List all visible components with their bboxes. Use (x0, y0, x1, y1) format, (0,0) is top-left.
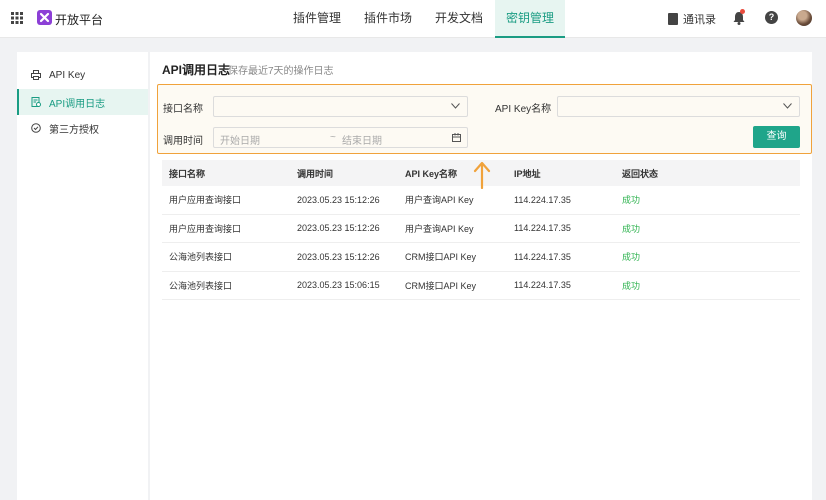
sidebar-item-third-party-auth[interactable]: 第三方授权 (17, 115, 148, 141)
api-key-name-select[interactable] (557, 96, 800, 117)
cell-ip-address: 114.224.17.35 (514, 194, 571, 205)
printer-icon (31, 70, 41, 80)
calendar-icon (452, 133, 461, 142)
date-range-picker[interactable]: 开始日期 ~ 结束日期 (213, 127, 468, 148)
page-title: API调用日志 (162, 63, 231, 77)
cell-ip-address: 114.224.17.35 (514, 280, 571, 291)
interface-name-select[interactable] (213, 96, 468, 117)
table-row: 用户应用查询接口 2023.05.23 15:12:26 用户查询API Key… (162, 215, 800, 243)
arrow-up-annotation-icon (473, 161, 491, 189)
cell-api-key-name: CRM接口API Key (405, 280, 477, 291)
column-header: 调用时间 (297, 168, 334, 179)
start-date-placeholder: 开始日期 (220, 136, 260, 147)
column-header: 接口名称 (169, 168, 206, 179)
main-nav: 插件管理 插件市场 开发文档 密钥管理 (282, 0, 566, 38)
end-date-placeholder: 结束日期 (342, 136, 382, 147)
nav-key-management[interactable]: 密钥管理 (495, 0, 566, 38)
cell-status: 成功 (622, 280, 641, 291)
query-button[interactable]: 查询 (753, 126, 800, 148)
interface-name-label: 接口名称 (163, 104, 203, 115)
cell-api-key-name: CRM接口API Key (405, 252, 477, 263)
main-panel: API调用日志 保存最近7天的操作日志 接口名称 API Key名称 调用时间 … (150, 52, 812, 500)
user-avatar[interactable] (796, 10, 812, 26)
table-row: 公海池列表接口 2023.05.23 15:06:15 CRM接口API Key… (162, 272, 800, 300)
top-bar: 开放平台 插件管理 插件市场 开发文档 密钥管理 通讯录 ? (0, 0, 826, 38)
cell-api-key-name: 用户查询API Key (405, 223, 474, 234)
column-header: 返回状态 (622, 168, 659, 179)
date-range-separator: ~ (330, 132, 336, 143)
platform-logo-icon (37, 10, 52, 25)
nav-dev-docs[interactable]: 开发文档 (424, 0, 494, 38)
cell-interface-name: 用户应用查询接口 (169, 223, 242, 234)
app-grid-icon[interactable] (11, 12, 23, 24)
cell-interface-name: 公海池列表接口 (169, 280, 233, 291)
chevron-down-icon (451, 103, 460, 109)
cell-ip-address: 114.224.17.35 (514, 223, 571, 234)
nav-plugin-management[interactable]: 插件管理 (282, 0, 352, 38)
log-document-icon (31, 97, 41, 107)
table-row: 用户应用查询接口 2023.05.23 15:12:26 用户查询API Key… (162, 186, 800, 215)
contacts-label: 通讯录 (683, 14, 716, 26)
table-row: 公海池列表接口 2023.05.23 15:12:26 CRM接口API Key… (162, 243, 800, 272)
chevron-down-icon (783, 103, 792, 109)
cell-status: 成功 (622, 195, 641, 206)
cell-interface-name: 公海池列表接口 (169, 252, 233, 263)
cell-ip-address: 114.224.17.35 (514, 251, 571, 262)
notification-dot (740, 9, 745, 14)
page-subtitle: 保存最近7天的操作日志 (228, 66, 334, 77)
sidebar-item-label: 第三方授权 (49, 124, 99, 136)
sidebar-item-api-log[interactable]: API调用日志 (17, 89, 148, 115)
cell-interface-name: 用户应用查询接口 (169, 195, 242, 206)
nav-plugin-market[interactable]: 插件市场 (353, 0, 423, 38)
cell-call-time: 2023.05.23 15:12:26 (297, 194, 380, 205)
cell-call-time: 2023.05.23 15:06:15 (297, 280, 380, 291)
help-icon[interactable]: ? (765, 11, 778, 24)
column-header: API Key名称 (405, 168, 458, 179)
address-book-icon (668, 13, 678, 25)
cell-api-key-name: 用户查询API Key (405, 195, 474, 206)
column-header: IP地址 (514, 168, 541, 179)
sidebar-item-label: API Key (49, 69, 86, 81)
sidebar: API Key API调用日志 第三方授权 (17, 52, 148, 500)
cell-status: 成功 (622, 223, 641, 234)
check-circle-icon (31, 123, 41, 133)
filter-panel: 接口名称 API Key名称 调用时间 开始日期 ~ 结束日期 查询 (157, 84, 812, 154)
sidebar-item-api-key[interactable]: API Key (17, 62, 148, 88)
app-title: 开放平台 (55, 13, 104, 27)
cell-status: 成功 (622, 252, 641, 263)
call-time-label: 调用时间 (163, 136, 203, 147)
contacts-link[interactable]: 通讯录 (668, 11, 716, 27)
cell-call-time: 2023.05.23 15:12:26 (297, 251, 380, 262)
cell-call-time: 2023.05.23 15:12:26 (297, 223, 380, 234)
sidebar-item-label: API调用日志 (49, 98, 106, 110)
api-key-name-label: API Key名称 (495, 104, 552, 115)
